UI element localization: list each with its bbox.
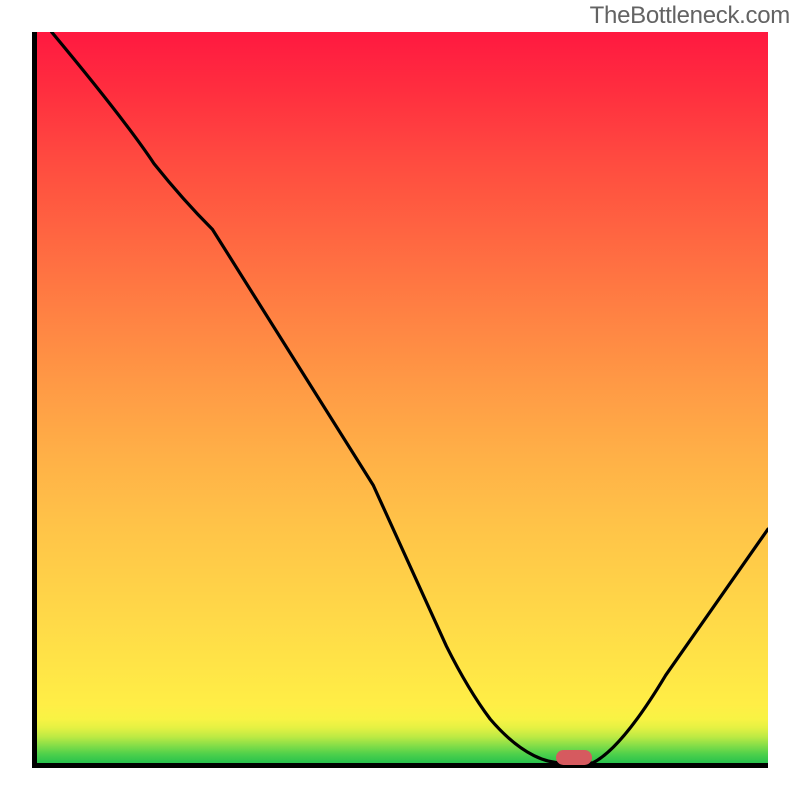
- chart-container: TheBottleneck.com: [0, 0, 800, 800]
- optimal-marker: [556, 750, 592, 765]
- plot-area: [32, 32, 768, 768]
- line-curve: [37, 32, 768, 763]
- watermark-label: TheBottleneck.com: [590, 2, 790, 30]
